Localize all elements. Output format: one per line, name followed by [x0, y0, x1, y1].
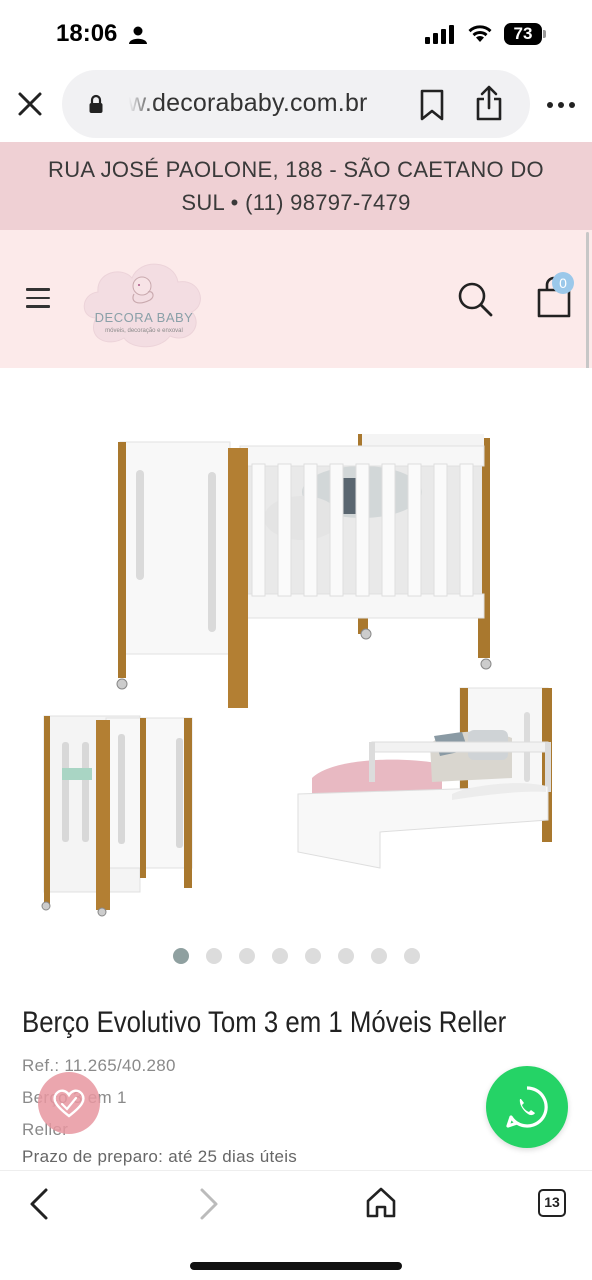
store-header: DECORA BABY móveis, decoração e enxoval — [0, 230, 592, 368]
home-icon[interactable] — [364, 1185, 398, 1219]
heart-icon — [53, 1089, 85, 1118]
carousel-dot[interactable] — [172, 948, 189, 964]
address-bar[interactable]: w.decorababy.com.br — [62, 70, 530, 138]
prep-time: Prazo de preparo: até 25 dias úteis — [22, 1147, 298, 1166]
battery-indicator: 73 — [504, 23, 542, 45]
back-arrow-icon[interactable] — [26, 1187, 52, 1221]
carousel-dots — [0, 948, 592, 968]
carousel-dot[interactable] — [337, 948, 354, 964]
wifi-icon — [468, 25, 492, 42]
whatsapp-icon — [506, 1086, 548, 1128]
close-icon[interactable] — [14, 88, 46, 120]
carousel-dot[interactable] — [271, 948, 288, 964]
scrollbar[interactable] — [586, 232, 589, 382]
battery-tip — [543, 30, 546, 38]
url-fade — [122, 80, 156, 128]
cart-count-badge: 0 — [552, 272, 574, 294]
url-text: w.decorababy.com.br — [128, 89, 368, 117]
store-address: RUA JOSÉ PAOLONE, 188 - SÃO CAETANO DO S… — [48, 157, 544, 215]
product-title: Berço Evolutivo Tom 3 em 1 Móveis Reller — [22, 1006, 507, 1039]
status-time: 18:06 — [56, 20, 118, 47]
address-banner: RUA JOSÉ PAOLONE, 188 - SÃO CAETANO DO S… — [0, 142, 592, 230]
crib-main-image — [116, 434, 492, 708]
person-icon — [129, 26, 147, 44]
tabs-count-button[interactable]: 13 — [538, 1189, 566, 1217]
forward-arrow-icon[interactable] — [196, 1187, 222, 1221]
whatsapp-button[interactable] — [486, 1066, 568, 1148]
store-logo[interactable]: DECORA BABY móveis, decoração e enxoval — [78, 248, 210, 352]
crib-compact-image — [41, 715, 193, 917]
share-icon[interactable] — [474, 84, 504, 122]
carousel-dot[interactable] — [205, 948, 222, 964]
logo-cloud-icon — [83, 263, 201, 348]
bookmark-icon[interactable] — [418, 88, 446, 122]
browser-toolbar: w.decorababy.com.br — [0, 68, 592, 142]
search-icon[interactable] — [456, 280, 494, 318]
hamburger-menu-icon[interactable] — [26, 288, 52, 310]
lock-icon — [89, 94, 103, 113]
status-bar: 18:06 73 — [0, 0, 592, 68]
toddler-bed-image — [297, 687, 552, 869]
more-icon[interactable] — [546, 100, 576, 110]
carousel-dot[interactable] — [304, 948, 321, 964]
carousel-dot[interactable] — [238, 948, 255, 964]
logo-subtext: móveis, decoração e enxoval — [105, 328, 183, 334]
product-image-carousel[interactable] — [0, 368, 592, 942]
carousel-dot[interactable] — [370, 948, 387, 964]
logo-text: DECORA BABY — [94, 310, 194, 325]
home-indicator — [190, 1262, 402, 1270]
carousel-dot[interactable] — [403, 948, 420, 964]
signal-icon — [425, 25, 454, 44]
wishlist-button[interactable] — [38, 1072, 100, 1134]
